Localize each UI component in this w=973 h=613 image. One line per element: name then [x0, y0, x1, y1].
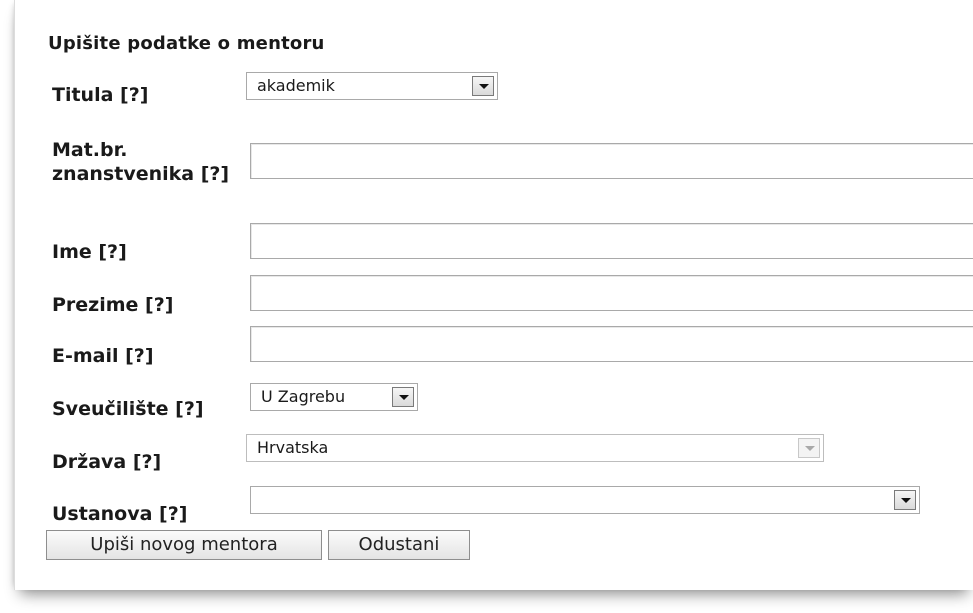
mat-br-input[interactable] [250, 143, 973, 179]
email-label: E-mail [?] [52, 345, 154, 367]
chevron-down-icon[interactable] [894, 490, 916, 510]
chevron-down-icon[interactable] [472, 76, 494, 96]
ustanova-label: Ustanova [?] [52, 503, 188, 525]
titula-label: Titula [?] [52, 84, 149, 106]
ustanova-select[interactable] [250, 486, 920, 514]
drzava-selected-value: Hrvatska [257, 438, 329, 457]
mat-br-label: Mat.br. znanstvenika [?] [52, 139, 230, 185]
sveuciliste-select[interactable]: U Zagrebu [250, 383, 418, 411]
email-input[interactable] [250, 326, 973, 362]
titula-select[interactable]: akademik [246, 72, 498, 100]
form-title: Upišite podatke o mentoru [48, 33, 325, 54]
chevron-down-icon[interactable] [392, 387, 414, 407]
chevron-down-icon[interactable] [798, 438, 820, 458]
cancel-button[interactable]: Odustani [328, 530, 470, 560]
prezime-input[interactable] [250, 275, 973, 311]
submit-mentor-button[interactable]: Upiši novog mentora [46, 530, 322, 560]
drzava-label: Država [?] [52, 451, 162, 473]
ime-input[interactable] [250, 223, 973, 259]
drzava-select[interactable]: Hrvatska [246, 434, 824, 462]
sveuciliste-label: Sveučilište [?] [52, 398, 204, 420]
prezime-label: Prezime [?] [52, 294, 174, 316]
sveuciliste-selected-value: U Zagrebu [261, 387, 346, 406]
titula-selected-value: akademik [257, 76, 335, 95]
ime-label: Ime [?] [52, 241, 127, 263]
